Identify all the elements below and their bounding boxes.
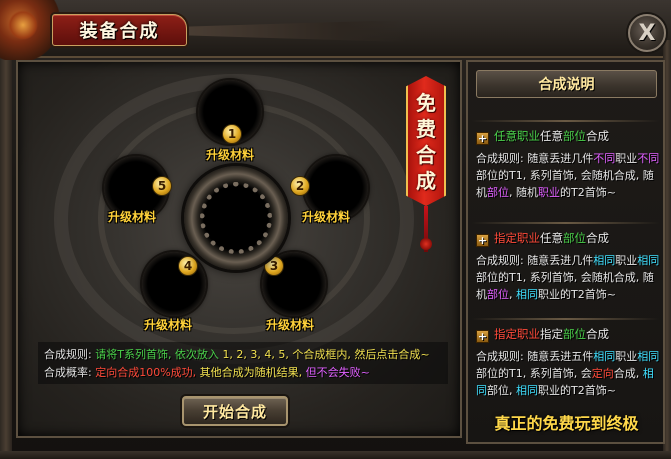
slot-number-badge-1: 1	[222, 124, 242, 144]
section-body-segment: 不同	[637, 152, 660, 165]
section-body-segment: 合成规则: 随意丢进几件	[476, 254, 594, 267]
synthesis-panel: 1 升级材料 5 升级材料 2 升级材料 4 升级材料 3 升级材料 免费 合成…	[16, 60, 462, 438]
probability-text-red: 定向合成100%成功,	[95, 366, 197, 379]
synthesis-rules-box: 合成规则: 请将T系列首饰, 依次放入 1, 2, 3, 4, 5, 个合成框内…	[38, 342, 448, 384]
section-body-segment: 部位的T1, 系列首饰, 会	[476, 367, 592, 380]
section-body-segment: ,	[509, 288, 516, 301]
section-body-segment: 相同	[593, 254, 616, 267]
divider	[472, 120, 659, 122]
promo-slogan: 真正的免费玩到终极	[494, 414, 639, 433]
section-body-segment: 部位,	[487, 384, 516, 397]
slot-number-badge-5: 5	[152, 176, 172, 196]
section-body-segment: 定向	[591, 367, 614, 380]
section-body-segment: 相同	[637, 254, 660, 267]
section-body-1: 合成规则: 随意丢进几件不同职业不同部位的T1, 系列首饰, 会随机合成, 随机…	[476, 150, 660, 201]
section-body-segment: 职业	[538, 186, 560, 199]
section-body-segment: 相同	[516, 384, 538, 397]
close-button[interactable]: X	[628, 14, 666, 52]
section-body-segment: 部位	[487, 186, 509, 199]
divider	[472, 222, 659, 224]
section-body-segment: 部位	[487, 288, 509, 301]
section-body-segment: 不同	[593, 152, 616, 165]
section-title-3: + 指定职业指定部位合成	[476, 327, 609, 343]
plus-icon[interactable]: +	[476, 330, 489, 343]
rule-label: 合成规则:	[44, 348, 92, 361]
section-body-segment: 相同	[516, 288, 538, 301]
synthesis-probability-line: 合成概率: 定向合成100%成功, 其他合成为随机结果, 但不会失败~	[44, 364, 370, 380]
slot-number-badge-2: 2	[290, 176, 310, 196]
section-body-2: 合成规则: 随意丢进几件相同职业相同部位的T1, 系列首饰, 会随机合成, 随机…	[476, 252, 660, 303]
section-body-segment: 合成规则: 随意丢进五件	[476, 350, 594, 363]
section-body-segment: 合成,	[613, 367, 643, 380]
section-body-segment: 职业	[615, 152, 638, 165]
section-title-1: + 任意职业任意部位合成	[476, 129, 609, 145]
free-banner-line1: 免费	[416, 91, 436, 141]
synthesis-rule-line: 合成规则: 请将T系列首饰, 依次放入 1, 2, 3, 4, 5, 个合成框内…	[44, 346, 430, 362]
slot-label-3: 升级材料	[266, 318, 315, 332]
window-left-frame	[0, 40, 12, 459]
probability-label: 合成概率:	[44, 366, 92, 379]
rule-text-yellow: 1, 2, 3, 4, 5, 个合成框内, 然后点击合成~	[222, 348, 430, 361]
section-body-segment: 职业	[615, 254, 638, 267]
window-title: 装备合成	[79, 21, 160, 42]
plus-icon[interactable]: +	[476, 132, 489, 145]
rule-text-green: 请将T系列首饰, 依次放入	[95, 348, 219, 361]
divider	[472, 318, 659, 320]
section-title-2: + 指定职业任意部位合成	[476, 231, 609, 247]
free-banner-line2: 合成	[416, 143, 436, 193]
section-body-segment: 职业的T2首饰~	[538, 288, 616, 301]
slot-label-4: 升级材料	[144, 318, 193, 332]
center-ornament-decoration	[200, 182, 272, 254]
start-synthesis-button[interactable]: 开始合成	[182, 396, 288, 426]
section-body-segment: 职业	[615, 350, 638, 363]
slot-label-5: 升级材料	[108, 210, 157, 224]
section-body-segment: 相同	[637, 350, 660, 363]
plus-icon[interactable]: +	[476, 234, 489, 247]
synthesis-info-panel: 合成说明 + 任意职业任意部位合成 合成规则: 随意丢进几件不同职业不同部位的T1…	[466, 60, 665, 444]
slot-label-1: 升级材料	[206, 148, 255, 162]
close-icon: X	[638, 20, 656, 46]
section-body-segment: 相同	[593, 350, 616, 363]
probability-text-yellow: 其他合成为随机结果,	[199, 366, 303, 379]
window-bottom-frame	[0, 451, 671, 459]
banner-tassel-knot-decoration	[420, 238, 432, 250]
result-slot-center[interactable]	[184, 166, 288, 270]
slot-label-2: 升级材料	[302, 210, 351, 224]
info-panel-header: 合成说明	[476, 70, 657, 98]
equipment-synthesis-window: 装备合成 X 1 升级材料 5 升级材料 2 升级材料 4 升级材料 3 升级材…	[0, 0, 671, 459]
section-body-segment: 的T2首饰~	[560, 186, 616, 199]
section-body-segment: , 随机	[509, 186, 538, 199]
window-title-tab: 装备合成	[52, 14, 187, 46]
section-body-segment: 合成规则: 随意丢进几件	[476, 152, 594, 165]
free-synthesis-banner: 免费 合成	[406, 76, 446, 206]
slot-number-badge-4: 4	[178, 256, 198, 276]
section-body-3: 合成规则: 随意丢进五件相同职业相同部位的T1, 系列首饰, 会定向合成, 相同…	[476, 348, 660, 399]
section-body-segment: 职业的T2首饰~	[538, 384, 616, 397]
probability-text-magenta: 但不会失败~	[305, 366, 370, 379]
